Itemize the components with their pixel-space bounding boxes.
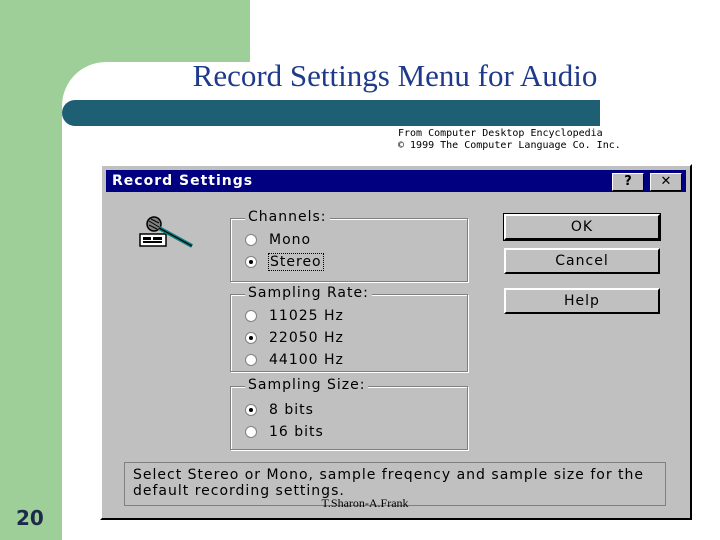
credit-line-1: From Computer Desktop Encyclopedia [398, 128, 603, 139]
radio-mono[interactable]: Mono [245, 231, 311, 249]
radio-stereo-label: Stereo [268, 253, 324, 271]
radio-8-bits-label: 8 bits [269, 402, 314, 418]
radio-stereo[interactable]: Stereo [245, 253, 324, 271]
dialog-title: Record Settings [112, 173, 254, 189]
radio-16-bits-label: 16 bits [269, 424, 324, 440]
sampling-size-label: Sampling Size: [245, 377, 369, 393]
cancel-button[interactable]: Cancel [504, 248, 660, 274]
sampling-rate-group: Sampling Rate: 11025 Hz 22050 Hz 44100 H… [230, 285, 468, 372]
sampling-rate-label: Sampling Rate: [245, 285, 372, 301]
slide-footer: T.Sharon-A.Frank [321, 496, 409, 510]
radio-22050-indicator[interactable] [245, 332, 257, 344]
radio-8-bits-indicator[interactable] [245, 404, 257, 416]
sampling-size-group: Sampling Size: 8 bits 16 bits [230, 377, 468, 450]
channels-group: Channels: Mono Stereo [230, 209, 468, 282]
close-button[interactable]: ✕ [650, 173, 682, 191]
microphone-icon [139, 216, 193, 248]
radio-11025[interactable]: 11025 Hz [245, 307, 344, 325]
radio-22050-label: 22050 Hz [269, 330, 344, 346]
radio-22050[interactable]: 22050 Hz [245, 329, 344, 347]
ok-button[interactable]: OK [503, 213, 661, 241]
status-text: Select Stereo or Mono, sample freqency a… [133, 467, 645, 499]
channels-label: Channels: [245, 209, 330, 225]
slide-title: Record Settings Menu for Audio [192, 58, 598, 93]
dialog-titlebar[interactable]: Record Settings ? ✕ [106, 170, 686, 192]
radio-44100[interactable]: 44100 Hz [245, 351, 344, 369]
radio-44100-label: 44100 Hz [269, 352, 344, 368]
record-settings-dialog: Record Settings ? ✕ Channels: Mono Stere… [100, 164, 692, 520]
credit-line-2: © 1999 The Computer Language Co. Inc. [398, 140, 621, 151]
help-question-button[interactable]: ? [612, 173, 644, 191]
credit-text: From Computer Desktop Encyclopedia © 199… [398, 128, 621, 152]
slide-title-bar [62, 100, 600, 126]
radio-mono-indicator[interactable] [245, 234, 257, 246]
radio-16-bits-indicator[interactable] [245, 426, 257, 438]
radio-8-bits[interactable]: 8 bits [245, 401, 314, 419]
slide-number: 20 [16, 506, 44, 530]
radio-44100-indicator[interactable] [245, 354, 257, 366]
radio-mono-label: Mono [269, 232, 312, 248]
radio-16-bits[interactable]: 16 bits [245, 423, 324, 441]
help-button[interactable]: Help [504, 288, 660, 314]
radio-11025-indicator[interactable] [245, 310, 257, 322]
radio-11025-label: 11025 Hz [269, 308, 344, 324]
radio-stereo-indicator[interactable] [245, 256, 257, 268]
